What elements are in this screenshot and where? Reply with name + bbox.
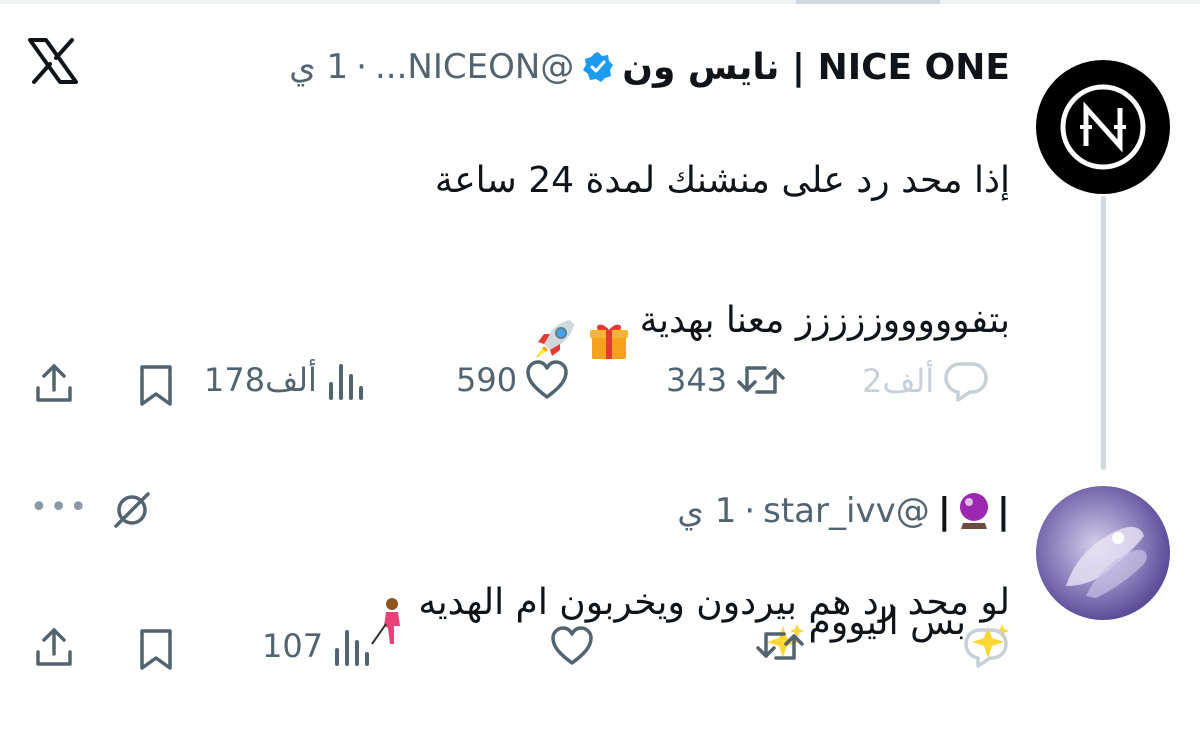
- user-handle[interactable]: @NICEON...: [375, 47, 574, 87]
- share-button[interactable]: [32, 362, 76, 406]
- hands-photo: [1066, 526, 1147, 598]
- nice-one-logo: [1060, 84, 1146, 170]
- x-logo-icon[interactable]: [28, 38, 78, 84]
- display-name[interactable]: | |: [938, 491, 1010, 532]
- views-count: 107: [262, 627, 324, 665]
- views-button[interactable]: 178ألف: [204, 360, 365, 400]
- views-count: 178ألف: [204, 361, 317, 399]
- main-tweet[interactable]: NICE ONE | نايس ون @NICEON... · 1 ي إذا …: [0, 0, 1200, 658]
- views-button[interactable]: 107: [262, 626, 371, 666]
- mute-icon[interactable]: [110, 488, 154, 536]
- separator-dot: ·: [744, 491, 756, 531]
- like-count: 590: [456, 361, 518, 399]
- bookmark-icon: [140, 629, 172, 670]
- reply-button[interactable]: [962, 626, 1010, 668]
- verified-badge-icon: [582, 51, 614, 83]
- thread-connector: [1101, 196, 1106, 470]
- share-button[interactable]: [32, 626, 76, 670]
- retweet-count: 343: [666, 361, 728, 399]
- display-name[interactable]: NICE ONE | نايس ون: [622, 47, 1010, 88]
- user-handle[interactable]: @star_ivv: [763, 491, 930, 531]
- bookmark-button[interactable]: [136, 364, 176, 408]
- views-icon: [335, 630, 370, 666]
- views-icon: [328, 364, 363, 400]
- tweet-header: NICE ONE | نايس ون @NICEON... · 1 ي: [289, 40, 1010, 94]
- tweet-actions: 107: [0, 618, 1200, 678]
- reply-tweet[interactable]: ••• | | @star_ivv · 1 ي لو محد رد هم بير…: [0, 440, 1200, 708]
- retweet-button[interactable]: 343: [666, 360, 787, 400]
- avatar[interactable]: [1036, 486, 1170, 620]
- bookmark-icon: [140, 365, 172, 406]
- reply-count: 2ألف: [862, 362, 935, 400]
- like-button[interactable]: [550, 626, 594, 666]
- timestamp[interactable]: 1 ي: [677, 491, 736, 531]
- reply-icon: [944, 362, 988, 402]
- avatar[interactable]: [1036, 60, 1170, 194]
- like-button[interactable]: 590: [456, 360, 569, 400]
- display-name-pipe: |: [996, 490, 1010, 532]
- more-options-button[interactable]: •••: [30, 490, 89, 525]
- reply-icon: [964, 628, 1008, 668]
- tweet-actions: 178ألف 590 343 2ألف: [0, 354, 1200, 414]
- tweet-header: | | @star_ivv · 1 ي: [677, 484, 1010, 538]
- heart-icon: [526, 360, 568, 399]
- heart-icon: [551, 626, 593, 665]
- display-name-pipe: |: [937, 490, 951, 532]
- bookmark-button[interactable]: [136, 628, 176, 672]
- timestamp[interactable]: 1 ي: [289, 47, 348, 87]
- retweet-button[interactable]: [754, 626, 806, 666]
- separator-dot: ·: [356, 47, 367, 87]
- retweet-icon: [756, 632, 804, 660]
- reply-button[interactable]: 2ألف: [862, 360, 990, 402]
- crystal-ball-icon: [959, 493, 988, 529]
- share-icon: [36, 364, 72, 402]
- body-line-1: إذا محد رد على منشنك لمدة 24 ساعة: [434, 160, 1010, 201]
- share-icon: [36, 628, 72, 666]
- retweet-icon: [737, 366, 785, 394]
